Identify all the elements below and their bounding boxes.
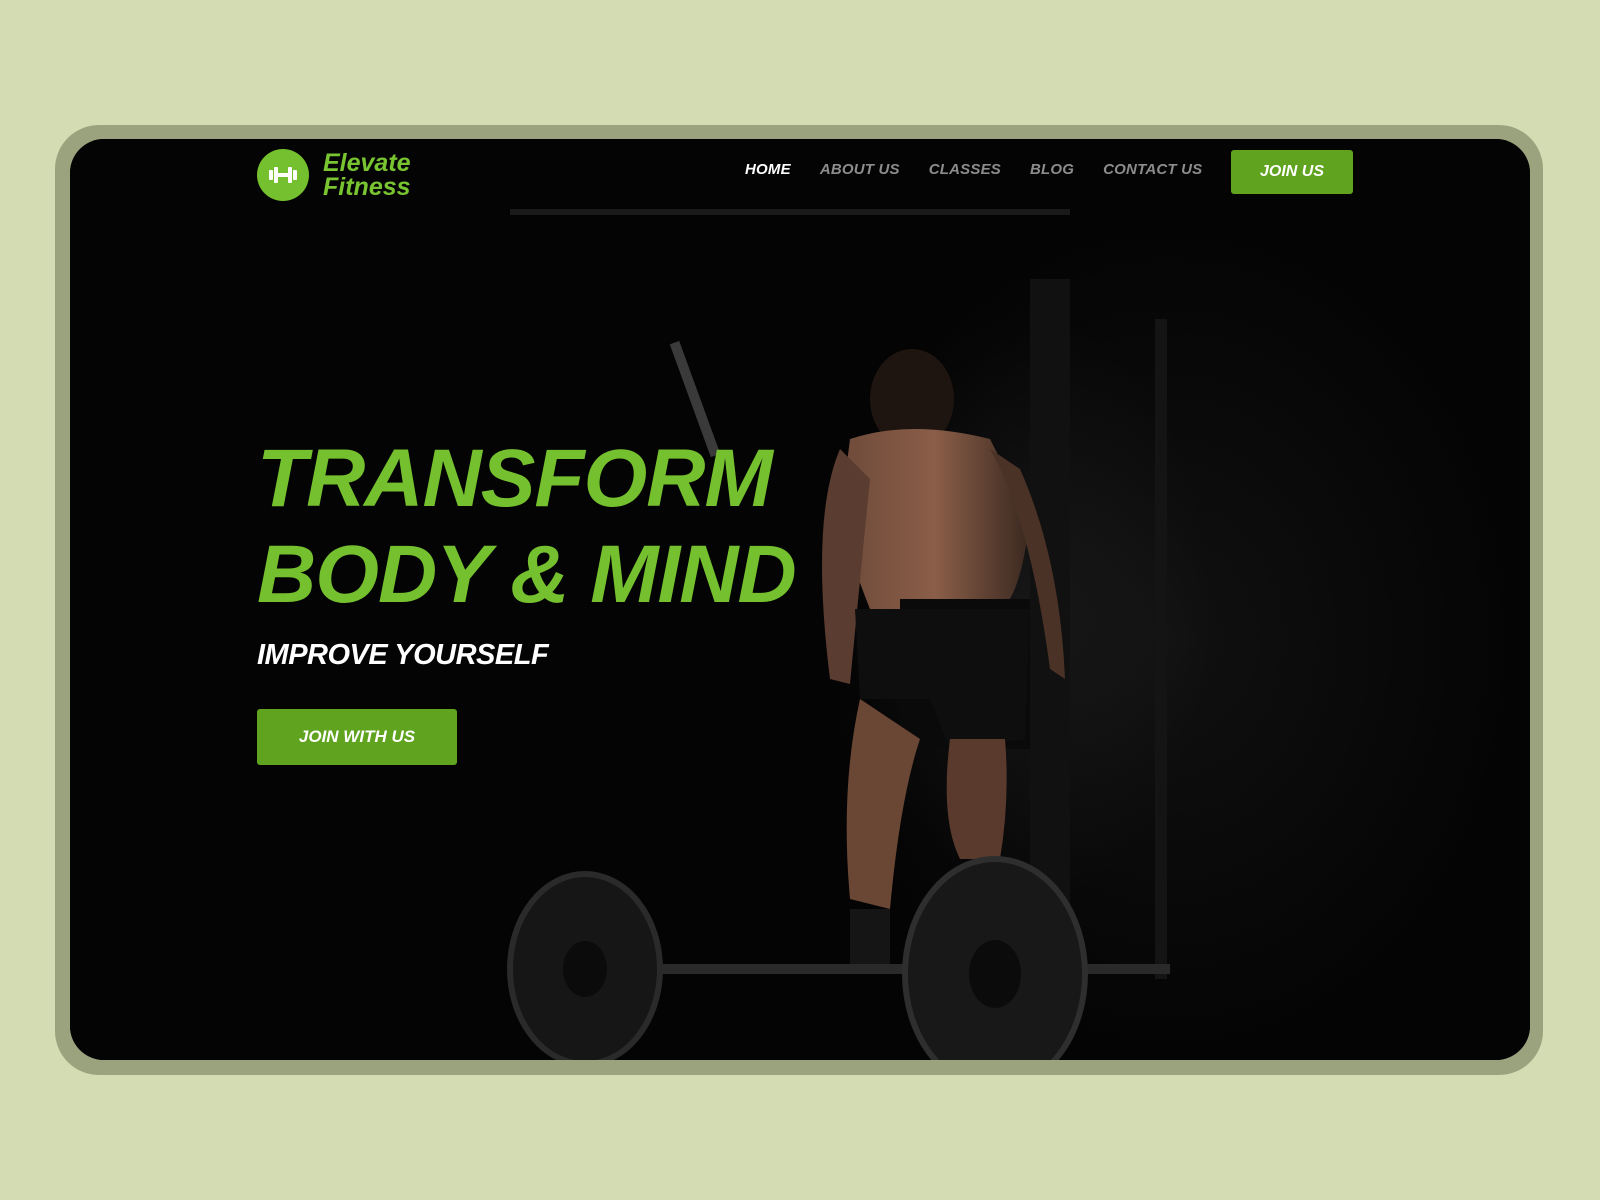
brand-name-line1: Elevate <box>323 149 411 177</box>
dumbbell-icon <box>257 149 309 201</box>
nav-item-classes[interactable]: CLASSES <box>929 161 1001 178</box>
nav-item-blog[interactable]: BLOG <box>1030 161 1074 178</box>
nav-item-contact-us[interactable]: CONTACT US <box>1103 161 1202 178</box>
brand-name-line2: Fitness <box>323 173 411 201</box>
hero-headline-line2: BODY & MIND <box>257 529 797 620</box>
website-screen: Elevate Fitness HOME ABOUT US CLASSES BL… <box>70 139 1530 1060</box>
hero-subheadline: IMPROVE YOURSELF <box>257 639 549 671</box>
join-us-button[interactable]: JOIN US <box>1231 150 1353 194</box>
device-frame: Elevate Fitness HOME ABOUT US CLASSES BL… <box>55 125 1543 1075</box>
nav-item-about-us[interactable]: ABOUT US <box>820 161 900 178</box>
nav-item-home[interactable]: HOME <box>745 161 791 178</box>
brand-logo[interactable]: Elevate Fitness <box>257 149 411 201</box>
join-with-us-button[interactable]: JOIN WITH US <box>257 709 457 765</box>
main-nav: HOME ABOUT US CLASSES BLOG CONTACT US <box>745 161 1202 178</box>
hero-headline: TRANSFORM BODY & MIND <box>257 431 797 623</box>
hero-headline-line1: TRANSFORM <box>257 433 773 524</box>
brand-name: Elevate Fitness <box>323 149 411 201</box>
